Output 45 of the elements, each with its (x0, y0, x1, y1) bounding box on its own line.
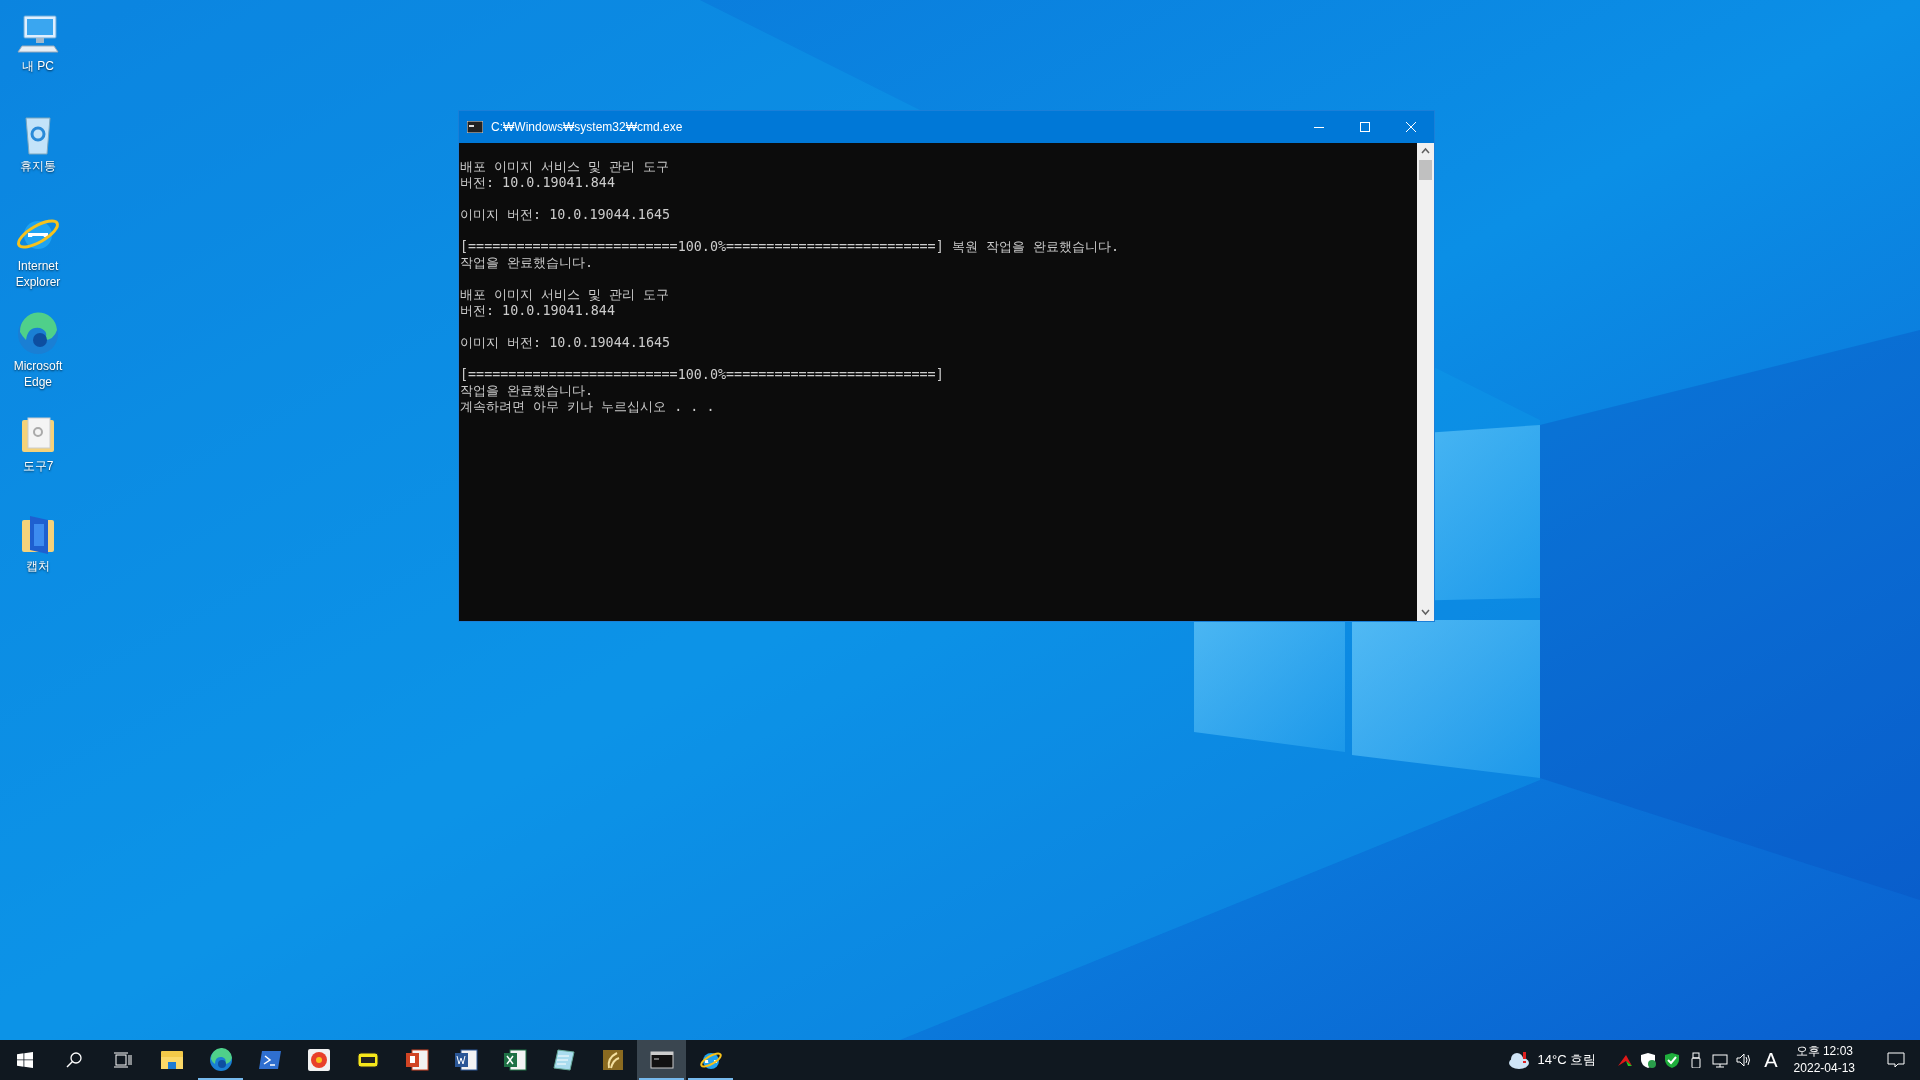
console-line: 배포 이미지 서비스 및 관리 도구 (460, 159, 671, 175)
browser-wave-icon (208, 1048, 233, 1072)
search-icon (65, 1052, 82, 1068)
icon-label[interactable]: 도구7 (22, 458, 54, 474)
icon-label[interactable]: 내 PC (22, 58, 54, 74)
console-line: 버전: 10.0.19041.844 (460, 175, 616, 191)
speaker-icon (1736, 1052, 1753, 1068)
weather-text[interactable]: 14°C 흐림 (1537, 1050, 1597, 1070)
speech-bubble-icon (1886, 1052, 1905, 1068)
console-line: [==========================100.0%==========================] (460, 367, 945, 383)
date-text: 2022-04-13 (1793, 1060, 1855, 1077)
terminal-icon (257, 1048, 282, 1072)
cloud-icon (1507, 1051, 1530, 1069)
close-icon (1406, 122, 1416, 132)
folder-icon (159, 1048, 184, 1072)
scroll-bar[interactable] (1417, 143, 1434, 621)
console-icon (649, 1048, 674, 1072)
document-icon (453, 1048, 478, 1072)
console-line: 작업을 완료했습니다. (460, 383, 595, 399)
task-view-icon (113, 1052, 132, 1068)
slides-icon (404, 1048, 429, 1072)
icon-label[interactable]: 휴지통 (20, 158, 56, 174)
console-icon (467, 121, 483, 133)
shield-icon (1640, 1052, 1657, 1068)
time-text: 오후 12:03 (1794, 1043, 1854, 1060)
notepad-icon (551, 1048, 576, 1072)
maximize-icon (1360, 122, 1370, 132)
icon-label[interactable]: Microsoft Edge (0, 358, 76, 390)
network-icon (1712, 1052, 1729, 1068)
console-line: 버전: 10.0.19041.844 (460, 303, 616, 319)
clock[interactable]: 오후 12:03 2022-04-13 (1793, 1043, 1855, 1077)
console-line: 이미지 버전: 10.0.19044.1645 (460, 335, 672, 351)
taskbar-app-button[interactable] (637, 1040, 686, 1080)
console-line: [==========================100.0%==========================] 복원 작업을 완료했습니다. (460, 239, 1120, 255)
console-line: 작업을 완료했습니다. (460, 255, 595, 271)
console-line: 이미지 버전: 10.0.19044.1645 (460, 207, 672, 223)
window-title: C:₩Windows₩system32₩cmd.exe (491, 119, 684, 136)
console-line: 계속하려면 아무 키나 누르십시오 . . . (460, 399, 716, 415)
icon-label[interactable]: Internet Explorer (0, 258, 76, 290)
spreadsheet-icon (502, 1048, 527, 1072)
windows-logo-icon (16, 1052, 33, 1068)
input-indicator[interactable]: A (1764, 1045, 1778, 1075)
icon-label[interactable]: 캡처 (26, 558, 50, 574)
shield-icon (1664, 1052, 1681, 1068)
console-line: 배포 이미지 서비스 및 관리 도구 (460, 287, 671, 303)
